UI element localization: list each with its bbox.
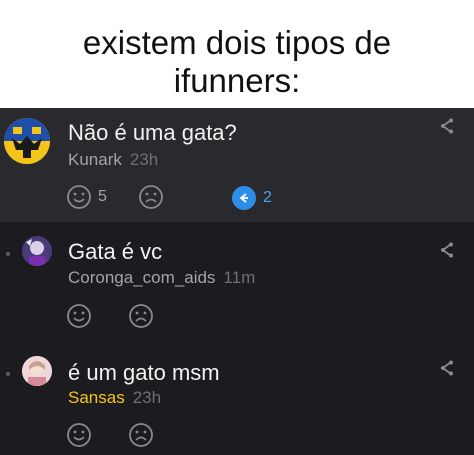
caption-line-1: existem dois tipos de [82, 24, 392, 61]
comment-meta: Sansas 23h [68, 388, 161, 408]
comment-text: Não é uma gata? [68, 120, 237, 145]
share-icon[interactable] [440, 360, 454, 376]
person-avatar-icon [22, 356, 52, 386]
smile-icon[interactable] [66, 184, 92, 210]
unsmile-icon[interactable] [138, 184, 164, 210]
replies-button[interactable]: 2 [232, 186, 272, 210]
comment-1: Não é uma gata? Kunark 23h 5 2 [0, 108, 474, 222]
comment-text: é um gato msm [68, 360, 220, 385]
reply-icon [232, 186, 256, 210]
smile-icon[interactable] [66, 422, 92, 448]
timestamp: 23h [129, 150, 159, 169]
comment-meta: Kunark 23h [68, 150, 158, 170]
avatar[interactable] [22, 236, 52, 266]
username[interactable]: Sansas [68, 388, 125, 407]
share-icon[interactable] [440, 118, 454, 134]
timestamp: 23h [132, 388, 162, 407]
unsmile-icon[interactable] [128, 422, 154, 448]
character-avatar-icon [22, 236, 52, 266]
timestamp: 11m [223, 268, 256, 287]
comment-text: Gata é vc [68, 239, 163, 264]
smile-count: 5 [98, 188, 107, 205]
username[interactable]: Coronga_com_aids [68, 268, 215, 287]
meme-caption: existem dois tipos de ifunners: [0, 0, 474, 108]
comment-2: Gata é vc Coronga_com_aids 11m [0, 222, 474, 340]
comment-3: é um gato msm Sansas 23h [0, 340, 474, 455]
share-icon[interactable] [440, 242, 454, 258]
avatar[interactable] [4, 118, 50, 164]
username[interactable]: Kunark [68, 150, 122, 169]
avatar[interactable] [22, 356, 52, 386]
unsmile-icon[interactable] [128, 303, 154, 329]
reply-indent-dot [6, 372, 10, 376]
caption-line-2: ifunners: [173, 62, 301, 99]
reply-indent-dot [6, 252, 10, 256]
reply-count: 2 [263, 189, 272, 206]
comment-meta: Coronga_com_aids 11m [68, 268, 255, 288]
smile-icon[interactable] [66, 303, 92, 329]
coat-of-arms-icon [4, 118, 50, 164]
